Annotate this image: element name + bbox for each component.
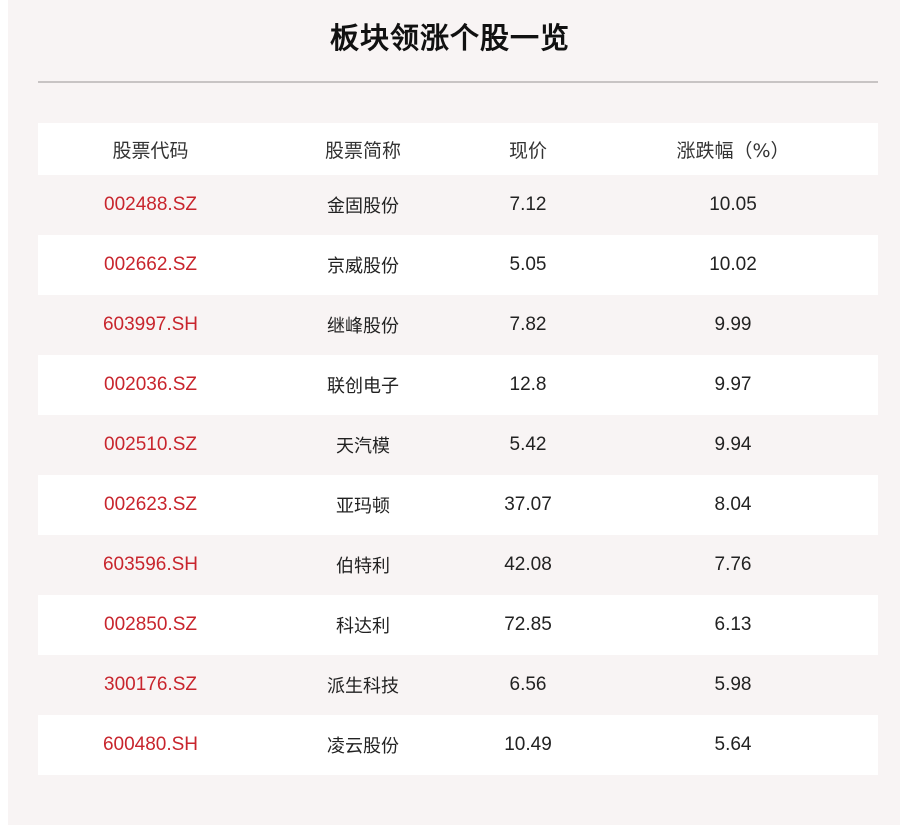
stock-code: 002510.SZ: [104, 434, 197, 455]
table-row: 002623.SZ 亚玛顿 37.07 8.04: [38, 475, 878, 535]
stock-code: 603997.SH: [102, 314, 199, 335]
header-change-percent: 涨跌幅（%）: [676, 139, 790, 162]
stock-change: 5.64: [714, 734, 752, 755]
header-stock-name: 股票简称: [324, 139, 401, 162]
table-row: 300176.SZ 派生科技 6.56 5.98: [38, 655, 878, 715]
stock-price: 42.08: [504, 554, 552, 575]
stock-name: 金固股份: [327, 196, 399, 217]
stock-price: 12.8: [509, 374, 547, 395]
stock-price: 6.56: [509, 674, 547, 695]
stock-price: 7.12: [509, 194, 547, 215]
stock-name: 京威股份: [327, 256, 399, 277]
stock-price: 5.42: [509, 434, 547, 455]
page-title: 板块领涨个股一览: [329, 21, 570, 55]
stock-name: 凌云股份: [327, 736, 399, 757]
stock-name: 天汽模: [336, 436, 390, 457]
table-row: 002510.SZ 天汽模 5.42 9.94: [38, 415, 878, 475]
stock-price: 37.07: [504, 494, 552, 515]
stock-table: 股票代码 股票简称 现价 涨跌幅（%） 002488.SZ 金固股份 7.12 …: [38, 123, 878, 775]
stock-code: 002488.SZ: [104, 194, 197, 215]
header-stock-code: 股票代码: [112, 139, 189, 162]
title-divider: [38, 81, 878, 83]
table-row: 600480.SH 凌云股份 10.49 5.64: [38, 715, 878, 775]
stock-change: 10.05: [709, 194, 757, 215]
stock-name: 伯特利: [336, 556, 390, 577]
stock-name: 亚玛顿: [336, 496, 390, 517]
table-row: 002488.SZ 金固股份 7.12 10.05: [38, 175, 878, 235]
header-price: 现价: [508, 139, 547, 162]
stock-change: 6.13: [714, 614, 752, 635]
stock-code: 600480.SH: [102, 734, 199, 755]
stock-code: 002662.SZ: [104, 254, 197, 275]
table-row: 002662.SZ 京威股份 5.05 10.02: [38, 235, 878, 295]
stock-code: 002036.SZ: [104, 374, 197, 395]
stock-change: 7.76: [714, 554, 752, 575]
stock-change: 9.99: [714, 314, 752, 335]
stock-price: 7.82: [509, 314, 547, 335]
stock-code: 300176.SZ: [104, 674, 197, 695]
stock-change: 9.94: [714, 434, 752, 455]
table-row: 603596.SH 伯特利 42.08 7.76: [38, 535, 878, 595]
stock-change: 10.02: [709, 254, 757, 275]
stock-name: 联创电子: [327, 376, 399, 397]
stock-change: 5.98: [714, 674, 752, 695]
stock-code: 603596.SH: [102, 554, 199, 575]
stock-price: 72.85: [504, 614, 552, 635]
stock-change: 8.04: [714, 494, 752, 515]
table-row: 002850.SZ 科达利 72.85 6.13: [38, 595, 878, 655]
table-row: 603997.SH 继峰股份 7.82 9.99: [38, 295, 878, 355]
stock-code: 002623.SZ: [104, 494, 197, 515]
stock-price: 5.05: [509, 254, 547, 275]
stock-name: 派生科技: [327, 676, 399, 697]
stock-change: 9.97: [714, 374, 752, 395]
table-row: 002036.SZ 联创电子 12.8 9.97: [38, 355, 878, 415]
stock-code: 002850.SZ: [104, 614, 197, 635]
stock-name: 科达利: [336, 616, 390, 637]
stock-price: 10.49: [504, 734, 552, 755]
stock-name: 继峰股份: [327, 316, 399, 337]
table-header-row: 股票代码 股票简称 现价 涨跌幅（%）: [38, 123, 878, 175]
